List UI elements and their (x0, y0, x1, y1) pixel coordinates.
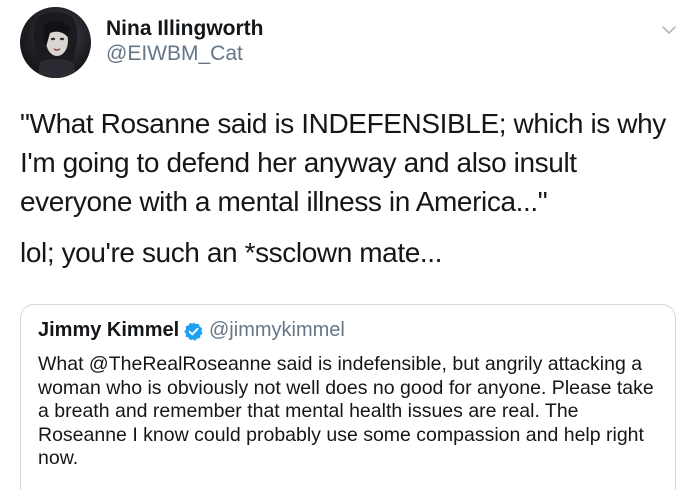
avatar-image (33, 12, 78, 78)
chevron-down-icon[interactable] (661, 22, 677, 38)
verified-badge-icon (184, 322, 203, 341)
tweet-paragraph: lol; you're such an *ssclown mate... (20, 237, 443, 268)
quoted-author-name: Jimmy Kimmel (38, 319, 180, 341)
tweet-paragraph: "What Rosanne said is INDEFENSIBLE; whic… (20, 108, 666, 217)
quoted-author-handle: @jimmykimmel (209, 319, 345, 341)
author-handle[interactable]: @EIWBM_Cat (106, 42, 243, 66)
quoted-tweet[interactable]: Jimmy Kimmel @jimmykimmel What @TheRealR… (20, 304, 676, 490)
quoted-tweet-text: What @TheRealRoseanne said is indefensib… (38, 353, 654, 469)
author-display-name[interactable]: Nina Illingworth (106, 17, 264, 41)
tweet-card: Nina Illingworth @EIWBM_Cat "What Rosann… (0, 0, 690, 491)
tweet-body: "What Rosanne said is INDEFENSIBLE; whic… (20, 104, 680, 272)
author-avatar[interactable] (20, 7, 91, 78)
